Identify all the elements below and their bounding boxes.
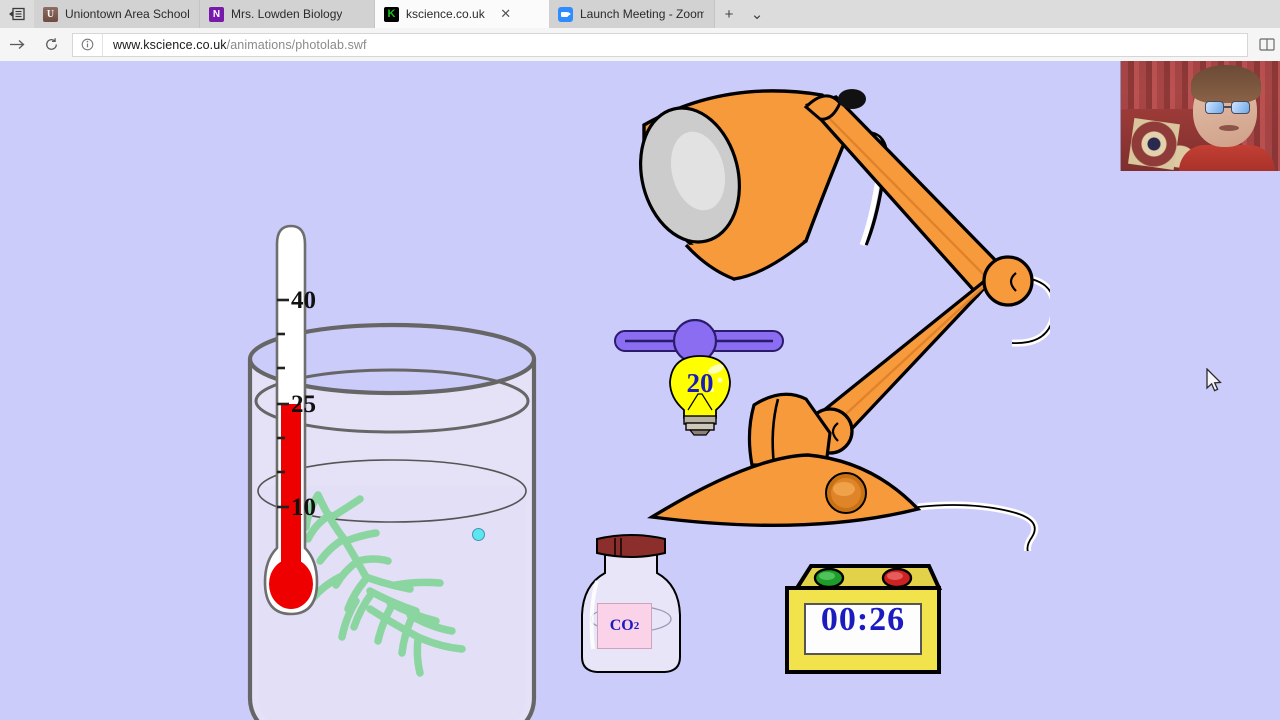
- browser-chrome: Uniontown Area School Dis Mrs. Lowden Bi…: [0, 0, 1280, 61]
- show-tabs-icon[interactable]: [0, 0, 34, 28]
- thermo-label-25: 25: [291, 391, 316, 418]
- tab-launch-meeting-zoom[interactable]: Launch Meeting - Zoom: [549, 0, 715, 28]
- tab-label: Launch Meeting - Zoom: [580, 7, 704, 21]
- new-tab-button[interactable]: +: [715, 0, 743, 28]
- tab-mrs-lowden-biology[interactable]: Mrs. Lowden Biology: [200, 0, 375, 28]
- timer-display: 00:26: [820, 601, 906, 638]
- webcam-cushion: [1128, 118, 1180, 170]
- zoom-icon: [558, 6, 573, 22]
- thermo-label-40: 40: [291, 287, 316, 314]
- close-icon[interactable]: ✕: [498, 6, 514, 22]
- tab-strip: Uniontown Area School Dis Mrs. Lowden Bi…: [0, 0, 1280, 28]
- reload-icon[interactable]: [34, 28, 68, 61]
- webcam-mouth: [1219, 125, 1239, 131]
- photosynthesis-simulation-stage[interactable]: 40 25 10 20 CO 2 00:26: [0, 61, 1280, 720]
- url-text: www.kscience.co.uk/animations/photolab.s…: [103, 38, 367, 52]
- tab-label: kscience.co.uk: [406, 7, 485, 21]
- bottle-cap: [596, 534, 666, 558]
- mouse-cursor: [1206, 368, 1222, 392]
- tab-uniontown-area-school-dis[interactable]: Uniontown Area School Dis: [34, 0, 200, 28]
- webcam-hair: [1191, 65, 1261, 103]
- browser-window: Uniontown Area School Dis Mrs. Lowden Bi…: [0, 0, 1280, 720]
- thermometer[interactable]: 40 25 10: [263, 222, 319, 662]
- url-path: /animations/photolab.swf: [226, 37, 367, 52]
- webcam-shirt: [1179, 145, 1275, 171]
- kscience-icon: [384, 6, 399, 22]
- site-info-icon[interactable]: [73, 33, 103, 56]
- address-bar[interactable]: www.kscience.co.uk/animations/photolab.s…: [72, 32, 1248, 57]
- tab-label: Uniontown Area School Dis: [65, 7, 189, 21]
- oxygen-bubble: [472, 528, 485, 541]
- co2-label-text: CO: [609, 617, 634, 634]
- tab-label: Mrs. Lowden Biology: [231, 7, 343, 21]
- light-bulb-value: 20: [686, 368, 714, 398]
- reading-view-icon[interactable]: [1254, 28, 1280, 61]
- co2-label-sub: 2: [633, 620, 640, 632]
- forward-arrow-icon[interactable]: [0, 28, 34, 61]
- uasd-icon: [43, 6, 58, 22]
- chevron-down-icon[interactable]: ⌄: [743, 0, 771, 28]
- webcam-glasses: [1205, 101, 1253, 114]
- tab-kscience-co-uk[interactable]: kscience.co.uk ✕: [375, 0, 549, 28]
- pondweed-plant[interactable]: [300, 481, 500, 701]
- presenter-webcam[interactable]: [1120, 61, 1280, 171]
- co2-label: CO 2: [597, 603, 652, 649]
- url-host: www.kscience.co.uk: [113, 37, 227, 52]
- navigation-bar: www.kscience.co.uk/animations/photolab.s…: [0, 28, 1280, 61]
- lamp-elbow-joint: [982, 255, 1034, 307]
- onenote-icon: [209, 6, 224, 22]
- desk-lamp[interactable]: [630, 81, 1050, 551]
- thermo-label-10: 10: [291, 494, 316, 521]
